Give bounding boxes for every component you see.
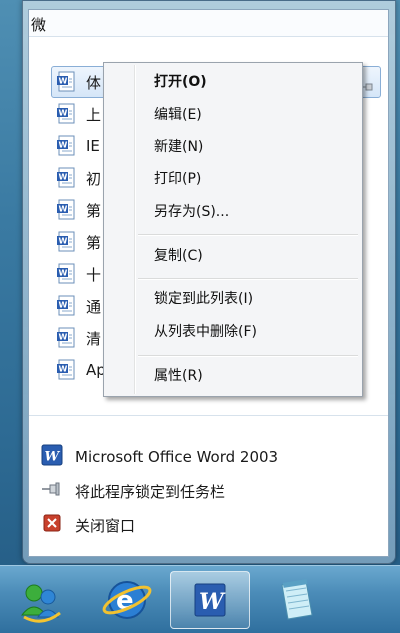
word-document-icon: W (56, 263, 76, 285)
svg-text:W: W (45, 450, 61, 465)
menu-item-remove-from-list[interactable]: 从列表中删除(F) (154, 320, 257, 344)
context-menu: 打开(O) 编辑(E) 新建(N) 打印(P) 另存为(S)... 复制(C) … (103, 62, 363, 397)
svg-text:W: W (59, 365, 68, 374)
word-app-icon: W (41, 444, 63, 470)
pin-icon (41, 478, 63, 504)
menu-item-properties[interactable]: 属性(R) (154, 364, 203, 388)
recent-item-label: 清 (86, 329, 102, 348)
svg-text:W: W (59, 173, 68, 182)
recent-item-label: 第 (86, 201, 102, 220)
close-window-icon (41, 512, 63, 538)
svg-text:W: W (59, 333, 68, 342)
svg-text:W: W (59, 237, 68, 246)
word-document-icon: W (56, 359, 76, 381)
menu-item-pin-to-list[interactable]: 锁定到此列表(I) (154, 287, 253, 311)
word-document-icon: W (56, 295, 76, 317)
recent-item-label: 第 (86, 233, 102, 252)
notepad-icon (256, 579, 336, 633)
messenger-icon (2, 584, 82, 633)
app-name-label: Microsoft Office Word 2003 (75, 448, 279, 466)
menu-item-copy[interactable]: 复制(C) (154, 244, 203, 268)
menu-item-save-as[interactable]: 另存为(S)... (154, 200, 229, 224)
word-taskbar-button[interactable]: W (170, 571, 250, 629)
recent-item-label: 通 (86, 297, 102, 316)
close-window-task[interactable]: 关闭窗口 (41, 508, 371, 542)
word-document-icon: W (56, 199, 76, 221)
svg-text:W: W (59, 269, 68, 278)
word-document-icon: W (56, 327, 76, 349)
notepad-taskbar-button[interactable] (256, 571, 336, 629)
internet-explorer-taskbar-button[interactable]: e (87, 571, 167, 629)
task-list: W Microsoft Office Word 2003 将此程序锁定到任务栏 … (41, 440, 371, 542)
title-strip: 微 (29, 10, 388, 37)
menu-separator (138, 278, 358, 280)
recent-item-label: IE (86, 137, 100, 155)
section-divider (29, 415, 388, 416)
pin-to-taskbar-label: 将此程序锁定到任务栏 (75, 482, 226, 501)
recent-item-label: 体 (86, 73, 102, 92)
word-document-icon: W (56, 167, 76, 189)
menu-separator (138, 355, 358, 357)
window-title-fragment: 微 (31, 16, 47, 34)
svg-text:W: W (59, 109, 68, 118)
svg-text:W: W (59, 77, 68, 86)
svg-text:W: W (59, 141, 68, 150)
menu-separator (138, 234, 358, 236)
taskbar: e W (0, 565, 400, 633)
menu-item-open[interactable]: 打开(O) (154, 70, 207, 94)
word-document-icon: W (56, 71, 76, 93)
menu-item-new[interactable]: 新建(N) (154, 135, 203, 159)
recent-item-label: 十 (86, 265, 102, 284)
open-word-app[interactable]: W Microsoft Office Word 2003 (41, 440, 371, 474)
recent-item-label: 上 (86, 105, 102, 124)
pin-to-taskbar-task[interactable]: 将此程序锁定到任务栏 (41, 474, 371, 508)
menu-item-print[interactable]: 打印(P) (154, 167, 201, 191)
svg-text:W: W (199, 589, 226, 615)
svg-text:W: W (59, 205, 68, 214)
word-document-icon: W (56, 231, 76, 253)
messenger-taskbar-button[interactable] (2, 571, 82, 629)
recent-item-label: 初 (86, 169, 102, 188)
svg-text:W: W (59, 301, 68, 310)
word-icon: W (171, 583, 249, 632)
internet-explorer-icon: e (87, 581, 167, 633)
close-window-label: 关闭窗口 (75, 516, 136, 535)
word-document-icon: W (56, 103, 76, 125)
word-document-icon: W (56, 135, 76, 157)
menu-item-edit[interactable]: 编辑(E) (154, 103, 202, 127)
